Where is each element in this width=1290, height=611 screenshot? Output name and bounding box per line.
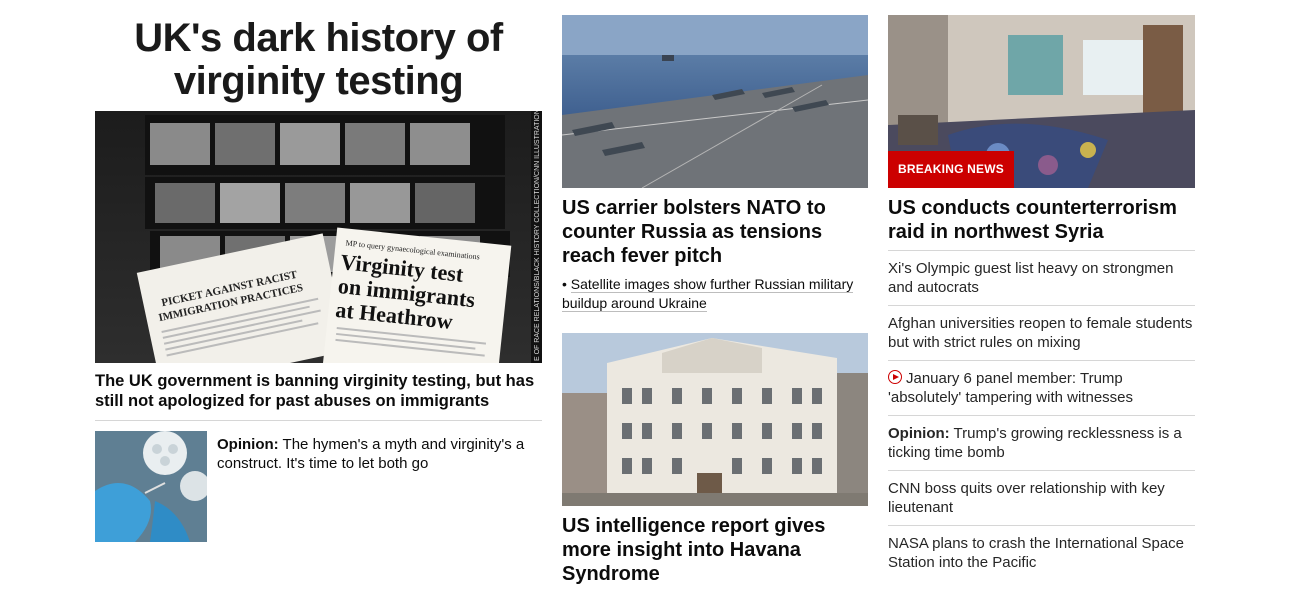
list-item[interactable]: Xi's Olympic guest list heavy on strongm… [888, 250, 1195, 305]
list-item-text: January 6 panel member: Trump 'absolutel… [888, 370, 1134, 406]
right-column: BREAKING NEWS US conducts counterterrori… [888, 15, 1195, 580]
lead-opinion-row[interactable]: Opinion: The hymen's a myth and virginit… [95, 431, 542, 542]
opinion-label: Opinion: [888, 425, 950, 442]
list-item-text: Afghan universities reopen to female stu… [888, 315, 1193, 351]
havana-image[interactable] [562, 333, 868, 506]
list-item[interactable]: Opinion: Trump's growing recklessness is… [888, 415, 1195, 470]
carrier-headline[interactable]: US carrier bolsters NATO to counter Russ… [562, 196, 868, 268]
lead-hero-illustration: PICKET AGAINST RACIST IMMIGRATION PRACTI… [95, 111, 542, 363]
opinion-label: Opinion: [217, 436, 279, 453]
syria-image[interactable]: BREAKING NEWS [888, 15, 1195, 188]
svg-text:E OF RACE RELATIONS/BLACK HIST: E OF RACE RELATIONS/BLACK HISTORY COLLEC… [534, 111, 541, 361]
lead-hero-image[interactable]: PICKET AGAINST RACIST IMMIGRATION PRACTI… [95, 111, 542, 363]
opinion-text[interactable]: Opinion: The hymen's a myth and virginit… [217, 431, 542, 542]
carrier-image[interactable] [562, 15, 868, 188]
carrier-bullet[interactable]: • Satellite images show further Russian … [562, 275, 868, 313]
havana-headline[interactable]: US intelligence report gives more insigh… [562, 514, 868, 586]
list-item-text: NASA plans to crash the International Sp… [888, 535, 1185, 571]
opinion-thumbnail[interactable] [95, 431, 207, 542]
gloved-hands-illustration [95, 431, 207, 542]
middle-column: US carrier bolsters NATO to counter Russ… [562, 15, 868, 586]
embassy-building-illustration [562, 333, 868, 506]
carrier-bullet-link[interactable]: Satellite images show further Russian mi… [562, 276, 854, 312]
lead-caption[interactable]: The UK government is banning virginity t… [95, 371, 542, 421]
havana-card: US intelligence report gives more insigh… [562, 333, 868, 586]
lead-title[interactable]: UK's dark history of virginity testing [95, 15, 542, 111]
list-item[interactable]: January 6 panel member: Trump 'absolutel… [888, 360, 1195, 415]
headline-list: Xi's Olympic guest list heavy on strongm… [888, 250, 1195, 580]
list-item-text: Xi's Olympic guest list heavy on strongm… [888, 260, 1174, 296]
lead-column: UK's dark history of virginity testing P… [95, 15, 542, 542]
list-item[interactable]: CNN boss quits over relationship with ke… [888, 470, 1195, 525]
breaking-news-badge: BREAKING NEWS [888, 151, 1014, 188]
play-icon [888, 370, 902, 384]
syria-headline[interactable]: US conducts counterterrorism raid in nor… [888, 196, 1195, 244]
list-item[interactable]: Afghan universities reopen to female stu… [888, 305, 1195, 360]
list-item[interactable]: NASA plans to crash the International Sp… [888, 525, 1195, 580]
list-item-text: CNN boss quits over relationship with ke… [888, 480, 1165, 516]
aircraft-carrier-illustration [562, 15, 868, 188]
